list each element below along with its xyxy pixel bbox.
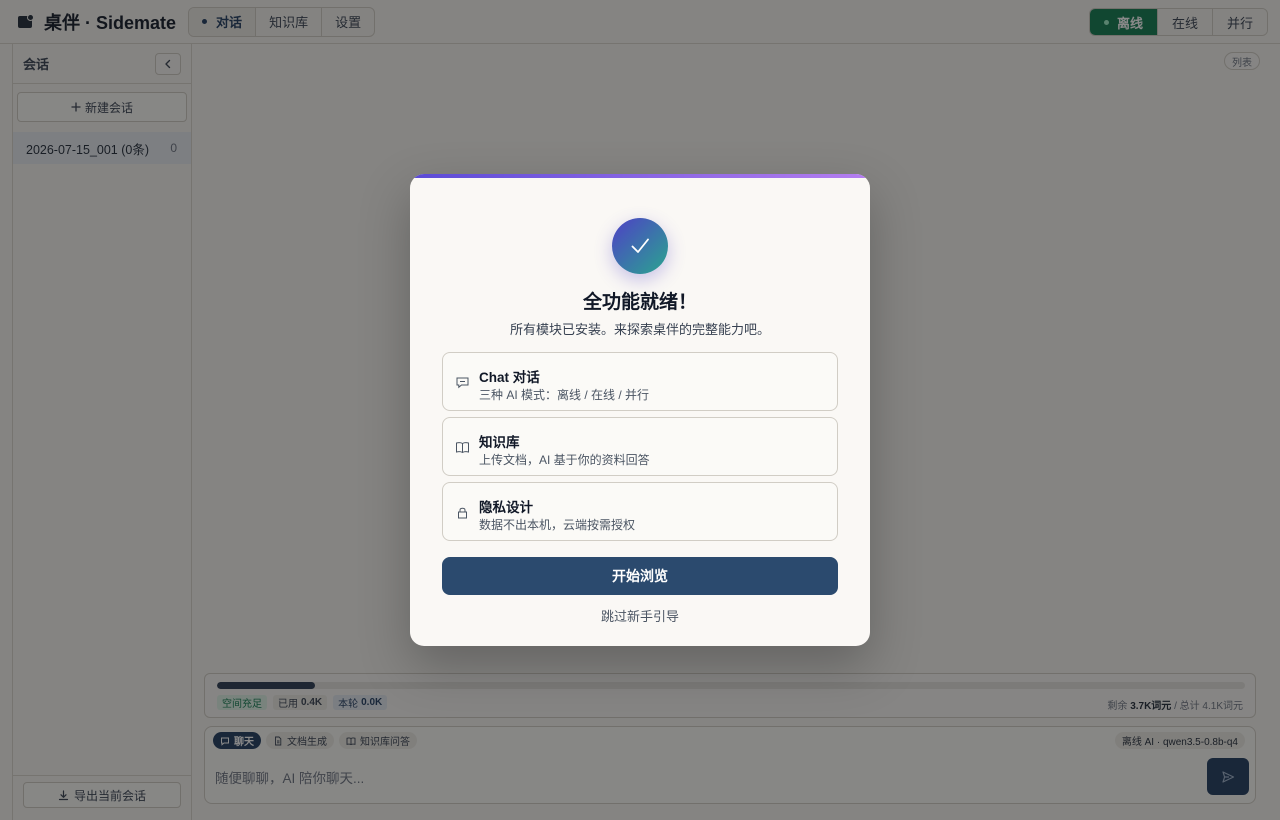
feature-card-knowledge-base: 知识库 上传文档，AI 基于你的资料回答 (442, 417, 838, 476)
book-icon (456, 442, 469, 454)
feature-title: 隐私设计 (479, 500, 533, 515)
skip-onboarding-link[interactable]: 跳过新手引导 (410, 606, 870, 625)
feature-card-chat: Chat 对话 三种 AI 模式：离线 / 在线 / 并行 (442, 352, 838, 411)
feature-card-privacy: 隐私设计 数据不出本机，云端按需授权 (442, 482, 838, 541)
feature-title: 知识库 (479, 435, 520, 450)
feature-description: 上传文档，AI 基于你的资料回答 (479, 453, 650, 467)
chat-bubble-icon (456, 377, 469, 389)
start-browsing-button[interactable]: 开始浏览 (442, 557, 838, 595)
success-badge (612, 218, 668, 274)
checkmark-icon (631, 238, 649, 253)
modal-accent-bar (410, 174, 870, 178)
feature-description: 数据不出本机，云端按需授权 (479, 518, 636, 532)
feature-description: 三种 AI 模式：离线 / 在线 / 并行 (479, 388, 650, 402)
feature-title: Chat 对话 (479, 370, 540, 385)
modal-title: 全功能就绪！ (582, 292, 697, 313)
modal-subtitle: 所有模块已安装。来探索桌伴的完整能力吧。 (509, 322, 770, 337)
lock-icon (458, 507, 467, 519)
onboarding-modal: 全功能就绪！ 所有模块已安装。来探索桌伴的完整能力吧。 Chat 对话 三种 A… (410, 174, 870, 646)
